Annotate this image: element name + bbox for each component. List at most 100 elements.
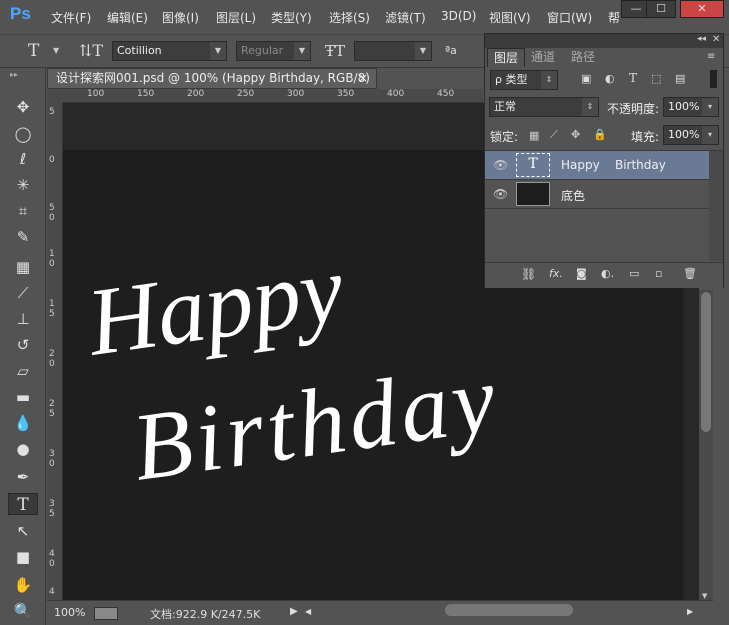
close-tab-icon[interactable]: × (358, 69, 368, 88)
scroll-left-icon[interactable]: ◀ (305, 607, 311, 616)
font-style-select[interactable]: Regular ▼ (236, 41, 311, 61)
horizontal-scroll-thumb[interactable] (445, 604, 573, 616)
antialias-icon[interactable]: ªa (445, 44, 457, 57)
layer-name: Happy Birthday (561, 158, 666, 172)
maximize-button[interactable]: ☐ (646, 0, 676, 18)
ruler-tick: 2 (49, 399, 55, 409)
hand-tool-icon[interactable]: ✋ (8, 574, 38, 596)
filter-smart-object-icon[interactable]: ▤ (675, 72, 685, 85)
font-family-select[interactable]: Cotillion ▼ (112, 41, 227, 61)
pen-tool-icon[interactable]: ✒ (8, 466, 38, 488)
layers-panel: ◂◂ ✕ 图层 通道 路径 ≡ ρ 类型 ⇕ ▣ ◐ T ⬚ ▤ 正常 ⇕ 不透… (484, 33, 724, 288)
magic-wand-icon[interactable]: ✳ (8, 174, 38, 196)
ruler-tick: 0 (49, 259, 55, 269)
menu-window[interactable]: 窗口(W) (547, 9, 592, 26)
eraser-tool-icon[interactable]: ▱ (8, 360, 38, 382)
opacity-input[interactable]: 100% ▾ (663, 97, 719, 117)
new-layer-icon[interactable]: ▫ (655, 267, 662, 280)
fill-input[interactable]: 100% ▾ (663, 125, 719, 145)
menu-file[interactable]: 文件(F) (51, 9, 91, 26)
tab-layers[interactable]: 图层 (487, 48, 526, 67)
scroll-down-icon[interactable]: ▼ (702, 592, 707, 600)
close-button[interactable]: ✕ (680, 0, 724, 18)
menu-view[interactable]: 视图(V) (489, 9, 531, 26)
fx-icon[interactable]: fx. (549, 267, 563, 280)
lock-image-icon[interactable]: ⟋ (550, 128, 558, 142)
ruler-corner (47, 89, 63, 103)
lock-transparent-icon[interactable]: ▦ (529, 129, 539, 142)
menu-type[interactable]: 类型(Y) (271, 9, 312, 26)
font-size-select[interactable]: ▼ (354, 41, 432, 61)
scroll-right-icon[interactable]: ▶ (687, 607, 693, 616)
ruler-tick: 400 (387, 89, 405, 99)
zoom-tool-icon[interactable]: 🔍 (8, 600, 38, 622)
blend-mode-select[interactable]: 正常 ⇕ (489, 97, 599, 117)
filter-adjustment-icon[interactable]: ◐ (605, 72, 615, 85)
menu-filter[interactable]: 滤镜(T) (385, 9, 426, 26)
visibility-eye-icon[interactable]: 👁 (493, 187, 508, 201)
tab-channels[interactable]: 通道 (525, 48, 561, 66)
group-icon[interactable]: ▭ (629, 267, 639, 280)
info-menu-arrow-icon[interactable]: ▶ (290, 606, 298, 617)
filter-shape-icon[interactable]: ⬚ (651, 72, 661, 85)
menu-layer[interactable]: 图层(L) (216, 9, 256, 26)
type-tool-preset-icon[interactable]: T (28, 41, 39, 61)
ruler-tick: 2 (49, 349, 55, 359)
stamp-tool-icon[interactable]: ⊥ (8, 308, 38, 330)
marquee-tool-icon[interactable]: ◯ (8, 123, 38, 145)
menu-image[interactable]: 图像(I) (162, 9, 199, 26)
vertical-scroll-thumb[interactable] (701, 292, 711, 432)
layers-scrollbar[interactable] (709, 151, 723, 261)
zoom-level[interactable]: 100% (54, 606, 85, 619)
tab-paths[interactable]: 路径 (565, 48, 601, 66)
collapse-panel-icon[interactable]: ◂◂ (697, 34, 706, 44)
type-tool-icon[interactable]: T (8, 493, 38, 515)
layer-filter-select[interactable]: ρ 类型 ⇕ (490, 70, 558, 90)
panel-menu-icon[interactable]: ≡ (707, 51, 715, 62)
ruler-tick: 5 (49, 509, 55, 519)
close-panel-icon[interactable]: ✕ (712, 34, 720, 45)
chevron-down-icon: ▾ (702, 98, 718, 116)
lasso-tool-icon[interactable]: ℓ (8, 148, 38, 170)
status-bar: 100% 文档:922.9 K/247.5K ▶ ◀ ▶ (47, 600, 713, 625)
menu-help[interactable]: 帮 (608, 9, 620, 26)
adjustment-icon[interactable]: ◐. (601, 267, 614, 280)
layer-row-text[interactable]: 👁 T Happy Birthday (485, 151, 709, 180)
collapse-icon[interactable]: ▸▸ (10, 70, 18, 79)
blur-tool-icon[interactable]: 💧 (8, 412, 38, 434)
text-orientation-icon[interactable]: ⇅T (79, 41, 103, 60)
dodge-tool-icon[interactable]: ● (8, 438, 38, 460)
mask-icon[interactable]: ◙ (576, 267, 587, 280)
filter-image-icon[interactable]: ▣ (581, 72, 591, 85)
link-icon[interactable]: ⛓ (521, 267, 536, 281)
filter-toggle[interactable] (710, 70, 717, 88)
gradient-tool-icon[interactable]: ▬ (8, 386, 38, 408)
lock-position-icon[interactable]: ✥ (571, 128, 580, 141)
path-select-icon[interactable]: ↖ (8, 520, 38, 542)
ruler-tick: 0 (49, 359, 55, 369)
preview-icon[interactable] (94, 607, 118, 620)
trash-icon[interactable]: 🗑 (683, 267, 697, 280)
panel-header: ◂◂ ✕ (485, 34, 723, 48)
menu-3d[interactable]: 3D(D) (441, 9, 476, 23)
menu-select[interactable]: 选择(S) (329, 9, 370, 26)
chevron-down-icon[interactable]: ▼ (53, 46, 59, 55)
font-size-icon: ŦT (325, 42, 346, 60)
lock-all-icon[interactable]: 🔒 (593, 128, 607, 141)
layer-row-background[interactable]: 👁 底色 (485, 180, 709, 209)
document-tab[interactable]: 设计探索网001.psd @ 100% (Happy Birthday, RGB… (47, 68, 377, 89)
visibility-eye-icon[interactable]: 👁 (493, 158, 508, 172)
fill-label: 填充: (631, 130, 660, 144)
history-brush-icon[interactable]: ↺ (8, 334, 38, 356)
document-info: 文档:922.9 K/247.5K (150, 608, 261, 621)
eyedropper-icon[interactable]: ✎ (8, 226, 38, 248)
ruler-tick: 450 (437, 89, 455, 99)
shape-tool-icon[interactable]: ■ (8, 546, 38, 568)
menu-edit[interactable]: 编辑(E) (107, 9, 148, 26)
healing-brush-icon[interactable]: ▦ (8, 256, 38, 278)
crop-tool-icon[interactable]: ⌗ (8, 200, 38, 222)
move-tool-icon[interactable]: ✥ (8, 96, 38, 118)
brush-tool-icon[interactable]: ⟋ (8, 282, 38, 304)
ruler-tick: 5 (49, 203, 55, 213)
filter-text-icon[interactable]: T (629, 71, 637, 85)
